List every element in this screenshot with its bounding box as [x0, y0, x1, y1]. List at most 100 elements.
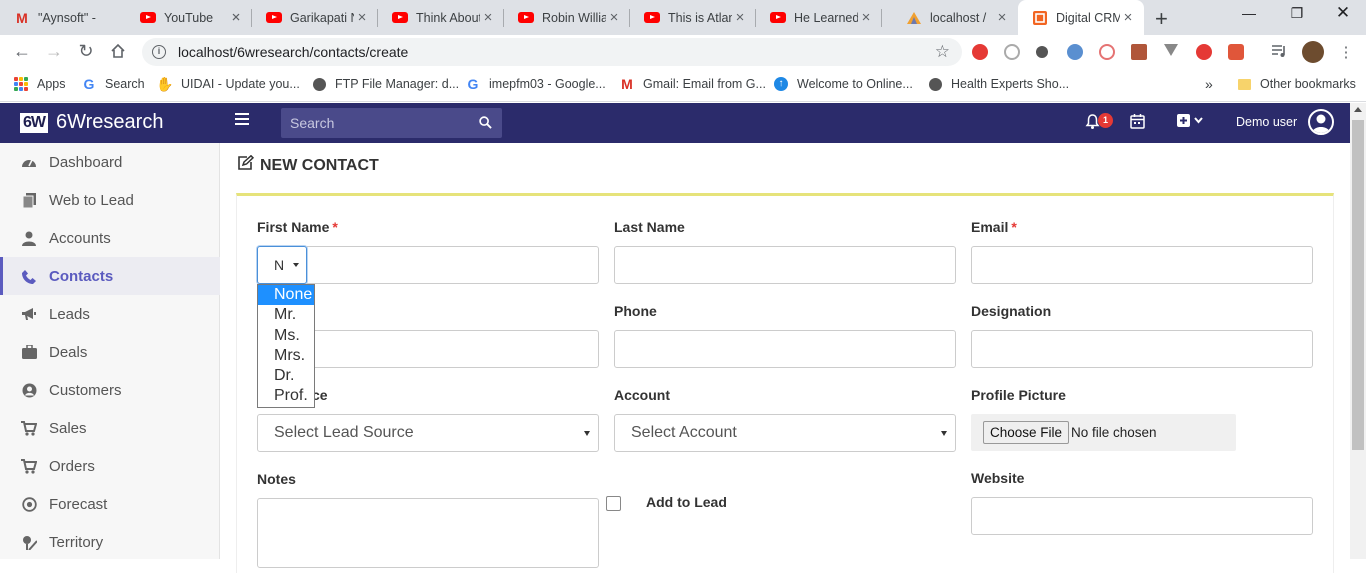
- close-icon[interactable]: ×: [732, 9, 748, 26]
- phone-input[interactable]: [614, 330, 956, 368]
- sidebar-item-contacts[interactable]: Contacts: [0, 257, 220, 295]
- forward-arrow-icon[interactable]: →: [43, 41, 65, 62]
- close-icon[interactable]: ×: [480, 9, 496, 26]
- sidebar-item-forecast[interactable]: Forecast: [0, 485, 220, 523]
- extension-blue-icon[interactable]: [1067, 44, 1083, 60]
- edit-icon: [237, 154, 255, 176]
- email-input[interactable]: [971, 246, 1313, 284]
- extension-tool-icon[interactable]: [1228, 44, 1244, 60]
- back-arrow-icon[interactable]: ←: [11, 41, 33, 62]
- sidebar-item-territory[interactable]: Territory: [0, 523, 220, 561]
- bookmarks-overflow[interactable]: »: [1205, 76, 1213, 92]
- bookmark-apps[interactable]: Apps: [13, 76, 66, 92]
- browser-tab[interactable]: YouTube ×: [126, 0, 252, 35]
- other-bookmarks[interactable]: Other bookmarks: [1236, 76, 1356, 92]
- media-queue-icon[interactable]: [1271, 44, 1287, 60]
- last-name-input[interactable]: [614, 246, 956, 284]
- salutation-select[interactable]: N: [257, 246, 307, 284]
- sidebar-item-dashboard[interactable]: Dashboard: [0, 143, 220, 181]
- calendar-icon[interactable]: [1130, 113, 1145, 132]
- browser-tab[interactable]: He Learned ×: [756, 0, 882, 35]
- close-icon[interactable]: ×: [858, 9, 874, 26]
- scroll-up-arrow-icon[interactable]: [1354, 107, 1362, 112]
- apps-icon: [13, 76, 29, 92]
- extension-skype-icon[interactable]: [1004, 44, 1020, 60]
- browser-tab[interactable]: Think About ×: [378, 0, 504, 35]
- reload-icon[interactable]: ↻: [75, 41, 97, 62]
- bookmark-gmail[interactable]: M Gmail: Email from G...: [619, 76, 766, 92]
- email-label: Email *: [971, 219, 1017, 235]
- add-menu-icon[interactable]: [1176, 113, 1206, 131]
- website-input[interactable]: [971, 497, 1313, 535]
- sidebar-item-deals[interactable]: Deals: [0, 333, 220, 371]
- bookmark-star-icon[interactable]: ☆: [935, 42, 950, 62]
- salutation-option[interactable]: Mr.: [258, 305, 314, 325]
- first-name-input[interactable]: [257, 246, 599, 284]
- new-tab-plus-icon[interactable]: +: [1155, 6, 1168, 32]
- lead-source-select[interactable]: Select Lead Source: [257, 414, 599, 452]
- close-icon[interactable]: ×: [606, 9, 622, 26]
- browser-tab[interactable]: This is Atlan ×: [630, 0, 756, 35]
- browser-tab[interactable]: localhost / ×: [892, 0, 1018, 35]
- page-scrollbar[interactable]: [1350, 103, 1366, 559]
- notes-label: Notes: [257, 471, 296, 487]
- sidebar-item-label: Deals: [49, 343, 88, 361]
- salutation-option[interactable]: Prof.: [258, 386, 314, 406]
- designation-input[interactable]: [971, 330, 1313, 368]
- close-window-icon[interactable]: ✕: [1328, 3, 1358, 23]
- profile-picture-label: Profile Picture: [971, 387, 1066, 403]
- notes-textarea[interactable]: [257, 498, 599, 568]
- kebab-menu-icon[interactable]: ⋮: [1335, 43, 1357, 61]
- lead-source-value: Select Lead Source: [274, 424, 414, 441]
- bookmark-search[interactable]: G Search: [81, 76, 145, 92]
- browser-tab[interactable]: Garikapati N ×: [252, 0, 378, 35]
- sidebar-item-web-to-lead[interactable]: Web to Lead: [0, 181, 220, 219]
- profile-avatar[interactable]: [1302, 41, 1324, 63]
- sidebar-item-accounts[interactable]: Accounts: [0, 219, 220, 257]
- extension-vee-icon[interactable]: [1164, 44, 1178, 56]
- sidebar-item-customers[interactable]: Customers: [0, 371, 220, 409]
- user-name[interactable]: Demo user: [1236, 115, 1297, 129]
- salutation-option[interactable]: None: [258, 285, 314, 306]
- bookmark-welcome[interactable]: ↑ Welcome to Online...: [773, 76, 913, 92]
- brand-logo[interactable]: 6W 6Wresearch: [20, 111, 163, 134]
- info-icon[interactable]: i: [152, 45, 166, 59]
- scrollbar-thumb[interactable]: [1352, 120, 1364, 450]
- search-icon[interactable]: [479, 116, 492, 129]
- extension-opera-icon[interactable]: [972, 44, 988, 60]
- home-icon[interactable]: [107, 41, 129, 64]
- extension-dot-icon[interactable]: [1036, 46, 1048, 58]
- bookmark-imepfm[interactable]: G imepfm03 - Google...: [465, 76, 606, 92]
- bookmark-label: Search: [105, 77, 145, 91]
- sidebar-item-leads[interactable]: Leads: [0, 295, 220, 333]
- bookmark-label: Other bookmarks: [1260, 77, 1356, 91]
- choose-file-button[interactable]: Choose File: [983, 421, 1070, 444]
- close-icon[interactable]: ×: [228, 9, 244, 26]
- browser-tab-active[interactable]: Digital CRM ×: [1018, 0, 1144, 35]
- sidebar-item-sales[interactable]: Sales: [0, 409, 220, 447]
- user-avatar-icon[interactable]: [1308, 109, 1334, 135]
- add-to-lead-checkbox[interactable]: [606, 496, 621, 511]
- bookmark-uidai[interactable]: ✋ UIDAI - Update you...: [156, 76, 300, 92]
- salutation-option[interactable]: Ms.: [258, 326, 314, 346]
- hamburger-menu-icon[interactable]: [235, 113, 249, 128]
- close-icon[interactable]: ×: [1120, 9, 1136, 26]
- youtube-icon: [644, 10, 660, 26]
- minimize-icon[interactable]: —: [1234, 5, 1264, 21]
- salutation-option[interactable]: Mrs.: [258, 346, 314, 366]
- salutation-option[interactable]: Dr.: [258, 366, 314, 386]
- extension-block-icon[interactable]: [1099, 44, 1115, 60]
- close-icon[interactable]: ×: [354, 9, 370, 26]
- extension-pdf-icon[interactable]: [1131, 44, 1147, 60]
- close-icon[interactable]: ×: [994, 9, 1010, 26]
- sidebar-item-orders[interactable]: Orders: [0, 447, 220, 485]
- bookmark-ftp[interactable]: FTP File Manager: d...: [311, 76, 459, 92]
- search-input[interactable]: [290, 115, 470, 131]
- restore-icon[interactable]: ❐: [1282, 5, 1312, 22]
- url-text[interactable]: localhost/6wresearch/contacts/create: [178, 44, 935, 60]
- extension-opera-red-icon[interactable]: [1196, 44, 1212, 60]
- account-select[interactable]: Select Account: [614, 414, 956, 452]
- address-bar[interactable]: i localhost/6wresearch/contacts/create ☆: [142, 38, 962, 66]
- browser-tab[interactable]: Robin Willia ×: [504, 0, 630, 35]
- bookmark-health[interactable]: Health Experts Sho...: [927, 76, 1069, 92]
